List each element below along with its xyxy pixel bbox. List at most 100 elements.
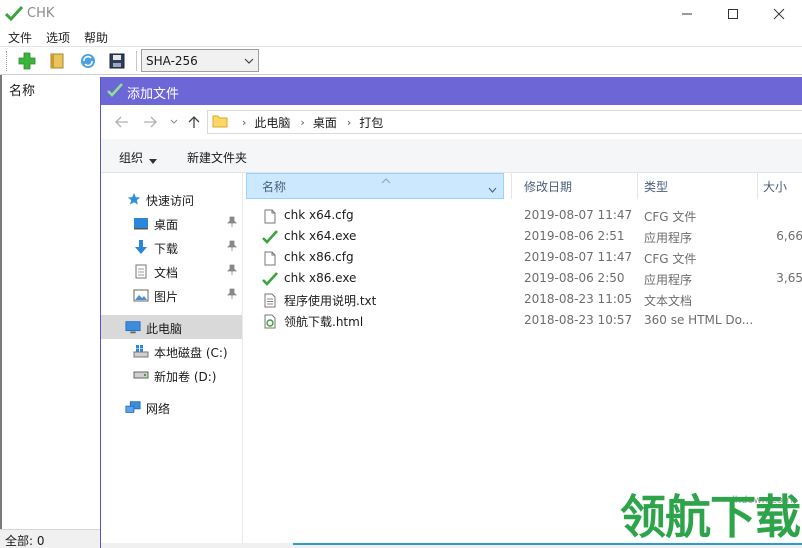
nav-downloads[interactable]: 下载 [101, 235, 242, 259]
breadcrumb-separator[interactable]: › [242, 116, 246, 129]
new-folder-button[interactable]: 新建文件夹 [187, 149, 247, 166]
breadcrumb-desktop[interactable]: 桌面 [313, 114, 337, 131]
file-date: 2019-08-06 2:50 [524, 271, 625, 285]
arrow-right-icon [144, 116, 157, 128]
command-bar: 组织 新建文件夹 [101, 139, 802, 173]
column-header-type[interactable]: 类型 [644, 173, 668, 199]
nav-desktop[interactable]: 桌面 [101, 211, 242, 235]
main-titlebar: CHK [0, 0, 802, 28]
recent-dropdown[interactable] [163, 111, 185, 133]
open-book-button[interactable] [45, 49, 69, 73]
add-button[interactable] [15, 49, 39, 73]
toolbar-separator [136, 51, 137, 71]
document-icon [133, 263, 149, 279]
file-name: chk x86.exe [284, 271, 357, 285]
file-row[interactable]: chk x64.exe 2019-08-06 2:51 应用程序 6,66 [244, 226, 802, 247]
file-row[interactable]: 程序使用说明.txt 2018-08-23 11:05 文本文档 [244, 289, 802, 310]
file-type: 360 se HTML Do... [644, 313, 754, 327]
column-header-label: 大小 [763, 179, 788, 194]
pin-icon [227, 264, 237, 279]
plus-icon [18, 52, 36, 70]
arrow-left-icon [115, 116, 128, 128]
menu-file[interactable]: 文件 [8, 29, 32, 46]
nav-documents[interactable]: 文档 [101, 259, 242, 283]
star-icon [126, 191, 142, 207]
status-text: 全部: 0 [5, 534, 45, 548]
column-divider[interactable] [511, 173, 512, 199]
column-header-label: 名称 [262, 179, 287, 194]
folder-icon [212, 114, 228, 131]
file-name: 领航下载.html [284, 315, 364, 329]
forward-button[interactable] [139, 111, 161, 133]
chevron-down-icon [170, 119, 178, 124]
breadcrumb-separator[interactable]: › [300, 116, 304, 129]
column-header-label: 类型 [644, 179, 669, 194]
text-file-icon [262, 250, 278, 266]
refresh-button[interactable] [76, 49, 100, 73]
chevron-down-icon[interactable] [488, 182, 497, 196]
maximize-button[interactable] [710, 0, 756, 28]
arrow-up-icon [188, 116, 200, 128]
file-row[interactable]: chk x86.cfg 2019-08-07 11:47 CFG 文件 [244, 247, 802, 268]
breadcrumb-separator[interactable]: › [347, 116, 351, 129]
column-divider[interactable] [757, 173, 758, 199]
save-button[interactable] [105, 49, 129, 73]
organize-button[interactable]: 组织 [119, 149, 143, 166]
nav-label: 新加卷 (D:) [154, 370, 217, 384]
menu-help[interactable]: 帮助 [84, 29, 108, 46]
html-file-icon [262, 313, 278, 329]
desktop-icon [133, 215, 149, 231]
nav-quick-access[interactable]: 快速访问 [101, 187, 242, 211]
nav-network[interactable]: 网络 [101, 395, 242, 419]
close-button[interactable] [756, 0, 802, 28]
hash-algorithm-value: SHA-256 [146, 53, 198, 68]
file-row[interactable]: 领航下载.html 2018-08-23 10:57 360 se HTML D… [244, 310, 802, 331]
column-divider[interactable] [637, 173, 638, 199]
column-header-modified[interactable]: 修改日期 [524, 173, 572, 199]
nav-local-disk-c[interactable]: 本地磁盘 (C:) [101, 339, 242, 363]
breadcrumb-this-pc[interactable]: 此电脑 [254, 114, 290, 131]
dialog-title: 添加文件 [127, 87, 180, 102]
nav-label: 此电脑 [146, 322, 183, 336]
nav-new-volume-d[interactable]: 新加卷 (D:) [101, 363, 242, 387]
nav-this-pc[interactable]: 此电脑 [101, 315, 242, 339]
nav-label: 本地磁盘 (C:) [154, 346, 228, 360]
file-type: CFG 文件 [644, 210, 697, 224]
dialog-titlebar[interactable]: 添加文件 [101, 77, 802, 105]
text-file-icon [262, 208, 278, 224]
checkmark-icon [262, 271, 278, 287]
file-name: 程序使用说明.txt [284, 294, 377, 308]
column-header-size[interactable]: 大小 [763, 173, 787, 199]
nav-pictures[interactable]: 图片 [101, 283, 242, 307]
file-type: 应用程序 [644, 231, 693, 245]
navigation-pane: 快速访问 桌面 下载 文档 图片 此电脑 本地磁盘 (C:) 新加卷 (D:) … [101, 173, 243, 548]
caret-down-icon [149, 153, 157, 167]
file-name: chk x64.exe [284, 229, 357, 243]
column-header-name[interactable]: 名称 [246, 173, 504, 199]
breadcrumb-pack[interactable]: 打包 [359, 114, 383, 131]
app-checkmark-icon [4, 5, 24, 24]
pin-icon [227, 216, 237, 231]
menu-options[interactable]: 选项 [46, 29, 70, 46]
text-document-icon [262, 292, 278, 308]
toolbar-grip[interactable] [6, 51, 8, 71]
watermark-logo-text: 领航下载 [620, 490, 801, 544]
floppy-icon [109, 53, 125, 69]
file-date: 2019-08-07 11:47 [524, 250, 633, 264]
file-row[interactable]: chk x86.exe 2019-08-06 2:50 应用程序 3,65 [244, 268, 802, 289]
file-date: 2019-08-06 2:51 [524, 229, 625, 243]
main-list-name-header[interactable]: 名称 [9, 80, 35, 99]
back-button[interactable] [111, 111, 133, 133]
dialog-checkmark-icon [107, 83, 123, 100]
hash-algorithm-select[interactable]: SHA-256 [141, 49, 259, 72]
file-date: 2018-08-23 11:05 [524, 292, 633, 306]
file-row[interactable]: chk x64.cfg 2019-08-07 11:47 CFG 文件 [244, 205, 802, 226]
drive-icon [133, 367, 149, 383]
windows-drive-icon [133, 343, 149, 359]
address-bar[interactable]: › 此电脑 › 桌面 › 打包 [207, 110, 802, 134]
file-size: 3,65 [776, 271, 802, 285]
minimize-button[interactable] [664, 0, 710, 28]
up-button[interactable] [183, 111, 205, 133]
chevron-down-icon [240, 58, 258, 64]
dialog-navbar: › 此电脑 › 桌面 › 打包 [101, 105, 802, 139]
